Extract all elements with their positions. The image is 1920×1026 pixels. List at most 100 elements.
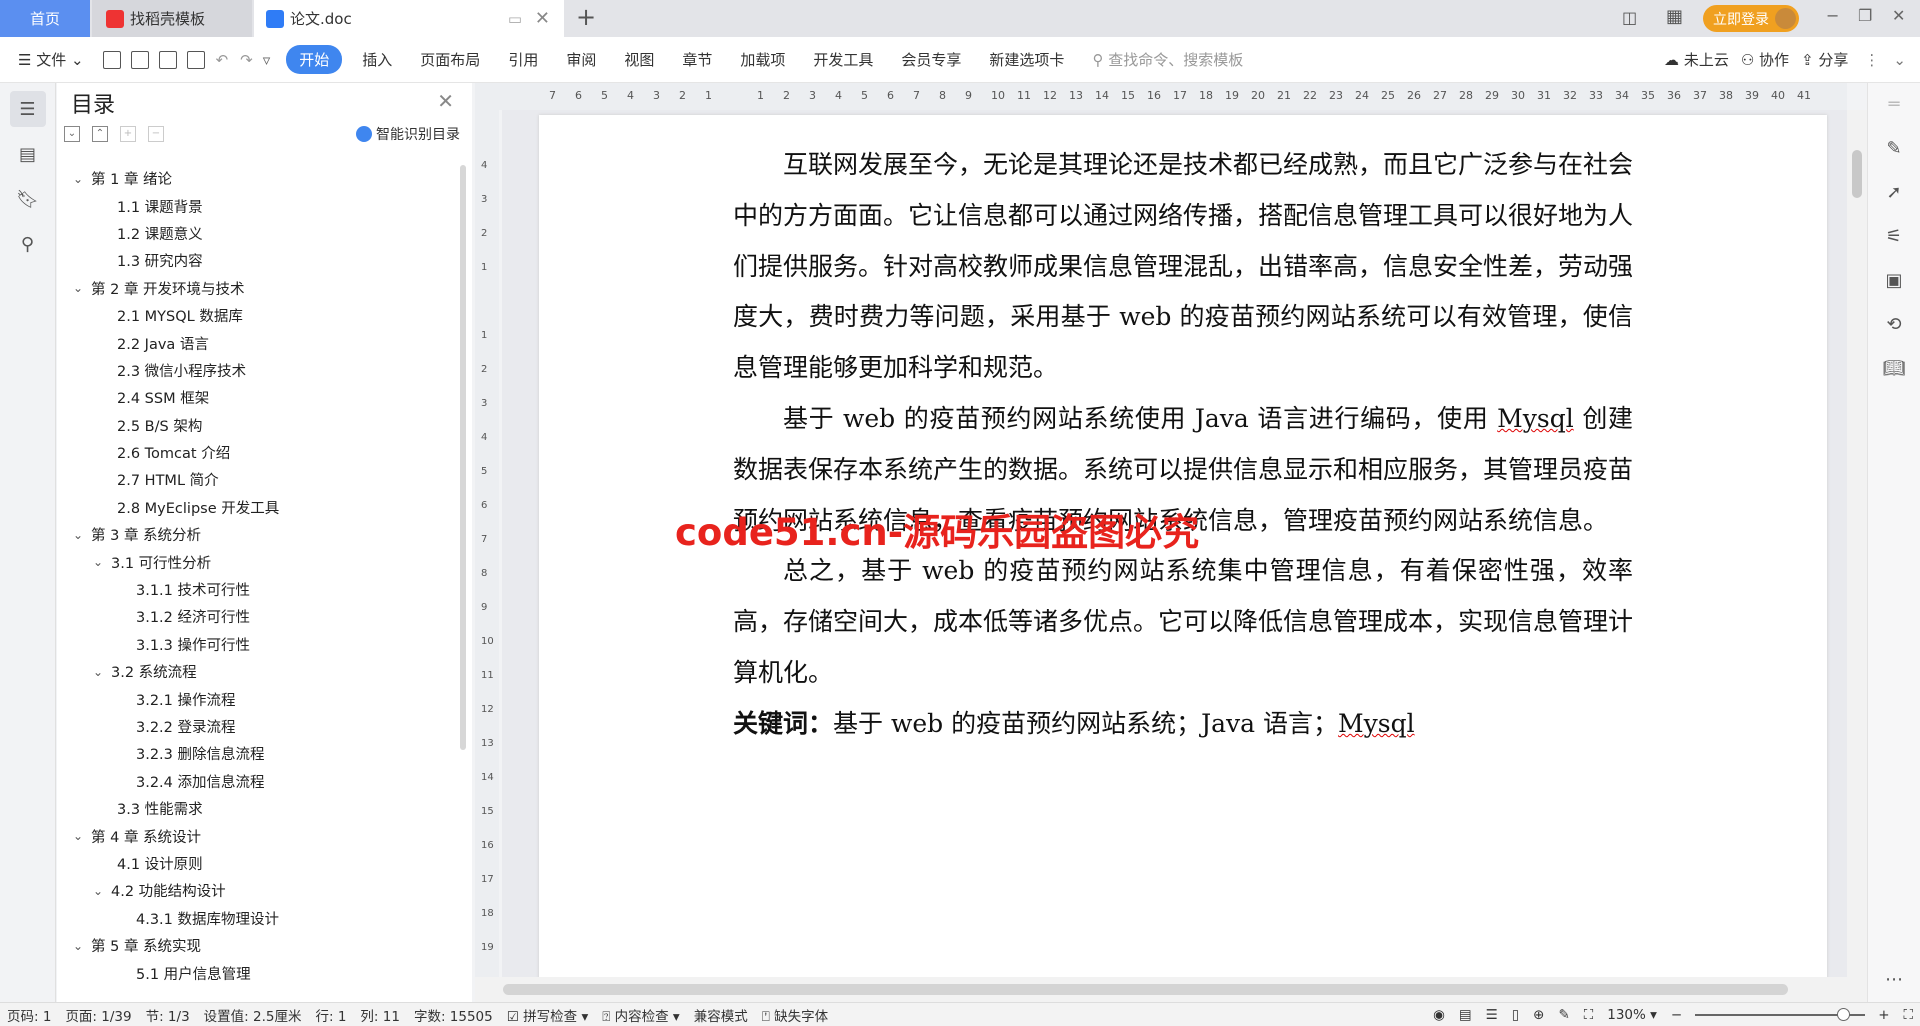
undo-icon[interactable]: ↶ bbox=[216, 51, 229, 69]
tab-templates[interactable]: 找稻壳模板 bbox=[92, 0, 252, 37]
menu-addins[interactable]: 加载项 bbox=[726, 49, 799, 70]
expand-all-icon[interactable]: ⌄ bbox=[64, 126, 80, 142]
find-icon[interactable]: ⚲ bbox=[10, 226, 46, 262]
toc-item[interactable]: 2.6 Tomcat 介绍 bbox=[57, 439, 457, 466]
menu-insert[interactable]: 插入 bbox=[348, 49, 406, 70]
status-page-no[interactable]: 页码: 1 bbox=[7, 1005, 51, 1025]
share-button[interactable]: ⇪ 分享 bbox=[1795, 49, 1854, 70]
chevron-down-icon[interactable]: ⌄ bbox=[73, 829, 87, 843]
pen-icon[interactable]: ✎ bbox=[1868, 127, 1920, 171]
spell-flag[interactable]: Mysql bbox=[1497, 404, 1574, 433]
image-icon[interactable]: ▣ bbox=[1868, 259, 1920, 303]
chevron-down-icon[interactable]: ⌄ bbox=[73, 281, 87, 295]
chevron-down-icon[interactable]: ⌄ bbox=[93, 555, 107, 569]
collab-button[interactable]: ⚇ 协作 bbox=[1735, 49, 1795, 70]
toc-item[interactable]: ⌄ 第 5 章 系统实现 bbox=[57, 932, 457, 959]
scroll-thumb[interactable] bbox=[503, 984, 1788, 995]
status-setting[interactable]: 设置值: 2.5厘米 bbox=[204, 1005, 302, 1025]
save-icon[interactable] bbox=[102, 50, 121, 69]
fullscreen-icon[interactable]: ⛶ bbox=[1904, 1007, 1913, 1023]
menu-developer[interactable]: 开发工具 bbox=[799, 49, 887, 70]
toc-item[interactable]: 3.2.3 删除信息流程 bbox=[57, 740, 457, 767]
toc-item[interactable]: 4.3.1 数据库物理设计 bbox=[57, 905, 457, 932]
chevron-down-icon[interactable]: ⌄ bbox=[73, 939, 87, 953]
spell-check-button[interactable]: ☑ 拼写检查 ▾ bbox=[507, 1005, 588, 1025]
toc-item[interactable]: ⌄ 3.1 可行性分析 bbox=[57, 548, 457, 575]
toc-item[interactable]: 3.2.1 操作流程 bbox=[57, 685, 457, 712]
vertical-ruler[interactable]: 43211234567891011121314151617181920 bbox=[475, 110, 499, 987]
toc-item[interactable]: 3.2.2 登录流程 bbox=[57, 713, 457, 740]
web-view-icon[interactable]: ⊕ bbox=[1533, 1007, 1544, 1023]
toc-item[interactable]: 2.1 MYSQL 数据库 bbox=[57, 302, 457, 329]
toc-scrollbar[interactable] bbox=[460, 165, 466, 750]
status-col[interactable]: 列: 11 bbox=[360, 1005, 400, 1025]
chevron-down-icon[interactable]: ⌄ bbox=[73, 528, 87, 542]
outline-view-icon[interactable]: ☰ bbox=[1486, 1007, 1498, 1023]
vertical-scrollbar[interactable] bbox=[1847, 110, 1867, 977]
toc-panel-icon[interactable]: ☰ bbox=[9, 91, 46, 127]
toc-item[interactable]: 2.8 MyEclipse 开发工具 bbox=[57, 494, 457, 521]
search-command[interactable]: ⚲ 查找命令、搜索模板 bbox=[1078, 49, 1257, 70]
toc-item[interactable]: 2.3 微信小程序技术 bbox=[57, 357, 457, 384]
more-tools-icon[interactable]: ⋯ bbox=[1868, 958, 1920, 1002]
menu-page-layout[interactable]: 页面布局 bbox=[406, 49, 494, 70]
tab-home[interactable]: 首页 bbox=[0, 0, 90, 37]
drag-handle-icon[interactable]: ═ bbox=[1868, 83, 1920, 127]
cloud-button[interactable]: ☁ 未上云 bbox=[1658, 49, 1735, 70]
close-icon[interactable]: ✕ bbox=[437, 89, 454, 113]
read-view-icon[interactable]: ▯ bbox=[1512, 1007, 1519, 1023]
apps-grid-icon[interactable]: ▦ bbox=[1666, 6, 1683, 27]
toc-item[interactable]: 3.1.3 操作可行性 bbox=[57, 631, 457, 658]
toc-item[interactable]: 2.4 SSM 框架 bbox=[57, 384, 457, 411]
page-view-icon[interactable]: ▤ bbox=[1459, 1007, 1472, 1023]
toc-item[interactable]: 3.1.2 经济可行性 bbox=[57, 603, 457, 630]
menu-start[interactable]: 开始 bbox=[286, 45, 343, 74]
menu-section[interactable]: 章节 bbox=[668, 49, 726, 70]
pin-icon[interactable]: ▭ bbox=[508, 10, 522, 28]
spell-flag[interactable]: Mysql bbox=[1338, 709, 1415, 738]
toc-item[interactable]: 3.1.1 技术可行性 bbox=[57, 576, 457, 603]
print-icon[interactable] bbox=[158, 50, 177, 69]
toc-item[interactable]: ⌄ 第 3 章 系统分析 bbox=[57, 521, 457, 548]
toc-item[interactable]: ⌄ 3.2 系统流程 bbox=[57, 658, 457, 685]
redo-icon[interactable]: ↷ bbox=[240, 51, 253, 69]
menu-view[interactable]: 视图 bbox=[610, 49, 668, 70]
adjust-icon[interactable]: ⚟ bbox=[1868, 215, 1920, 259]
eye-protect-icon[interactable]: ◉ bbox=[1433, 1007, 1445, 1023]
chevron-down-icon[interactable]: ⌄ bbox=[93, 665, 107, 679]
toc-item[interactable]: 2.5 B/S 架构 bbox=[57, 412, 457, 439]
toc-item[interactable]: 3.3 性能需求 bbox=[57, 795, 457, 822]
status-words[interactable]: 字数: 15505 bbox=[414, 1005, 493, 1025]
status-row[interactable]: 行: 1 bbox=[315, 1005, 346, 1025]
status-section[interactable]: 节: 1/3 bbox=[146, 1005, 190, 1025]
document-body[interactable]: 互联网发展至今，无论是其理论还是技术都已经成熟，而且它广泛参与在社会中的方方面面… bbox=[733, 140, 1633, 750]
pen-view-icon[interactable]: ✎ bbox=[1558, 1007, 1569, 1023]
scroll-thumb[interactable] bbox=[1852, 150, 1862, 198]
menu-references[interactable]: 引用 bbox=[494, 49, 552, 70]
toc-item[interactable]: 1.3 研究内容 bbox=[57, 247, 457, 274]
collapse-all-icon[interactable]: ⌃ bbox=[92, 126, 108, 142]
read-icon[interactable]: 📖︎ bbox=[1868, 347, 1920, 391]
more-quick-icon[interactable]: ▿ bbox=[263, 51, 271, 69]
select-icon[interactable]: ➚ bbox=[1868, 171, 1920, 215]
missing-font-button[interactable]: ⍞ 缺失字体 bbox=[762, 1005, 828, 1025]
toc-item[interactable]: 5.1 用户信息管理 bbox=[57, 959, 457, 986]
chevron-down-icon[interactable]: ⌄ bbox=[93, 884, 107, 898]
chevron-down-icon[interactable]: ⌄ bbox=[73, 172, 87, 186]
toc-item[interactable]: 1.1 课题背景 bbox=[57, 192, 457, 219]
export-icon[interactable] bbox=[130, 50, 149, 69]
bookmark-icon[interactable]: 🔖︎ bbox=[10, 181, 46, 217]
remove-level-icon[interactable]: − bbox=[148, 126, 164, 142]
status-page[interactable]: 页面: 1/39 bbox=[65, 1005, 131, 1025]
horizontal-ruler[interactable]: 7 6 5 4 3 2 1 1 2 3 4 5 6 7 8 9 10 11 12 13 14 15 16 17 18 19 20 21… bbox=[475, 83, 1847, 110]
menu-review[interactable]: 审阅 bbox=[552, 49, 610, 70]
menu-new-tab[interactable]: 新建选项卡 bbox=[975, 49, 1078, 70]
horizontal-scrollbar[interactable] bbox=[475, 977, 1867, 1002]
content-check-button[interactable]: ⍰ 内容检查 ▾ bbox=[602, 1005, 679, 1025]
login-button[interactable]: 立即登录 bbox=[1703, 5, 1799, 32]
more-icon[interactable]: ⋮ bbox=[1854, 51, 1889, 69]
toc-item[interactable]: ⌄ 4.2 功能结构设计 bbox=[57, 877, 457, 904]
fit-icon[interactable]: ⛶ bbox=[1584, 1007, 1593, 1023]
layout-icon[interactable]: ◫ bbox=[1622, 8, 1637, 27]
print-preview-icon[interactable] bbox=[186, 50, 205, 69]
